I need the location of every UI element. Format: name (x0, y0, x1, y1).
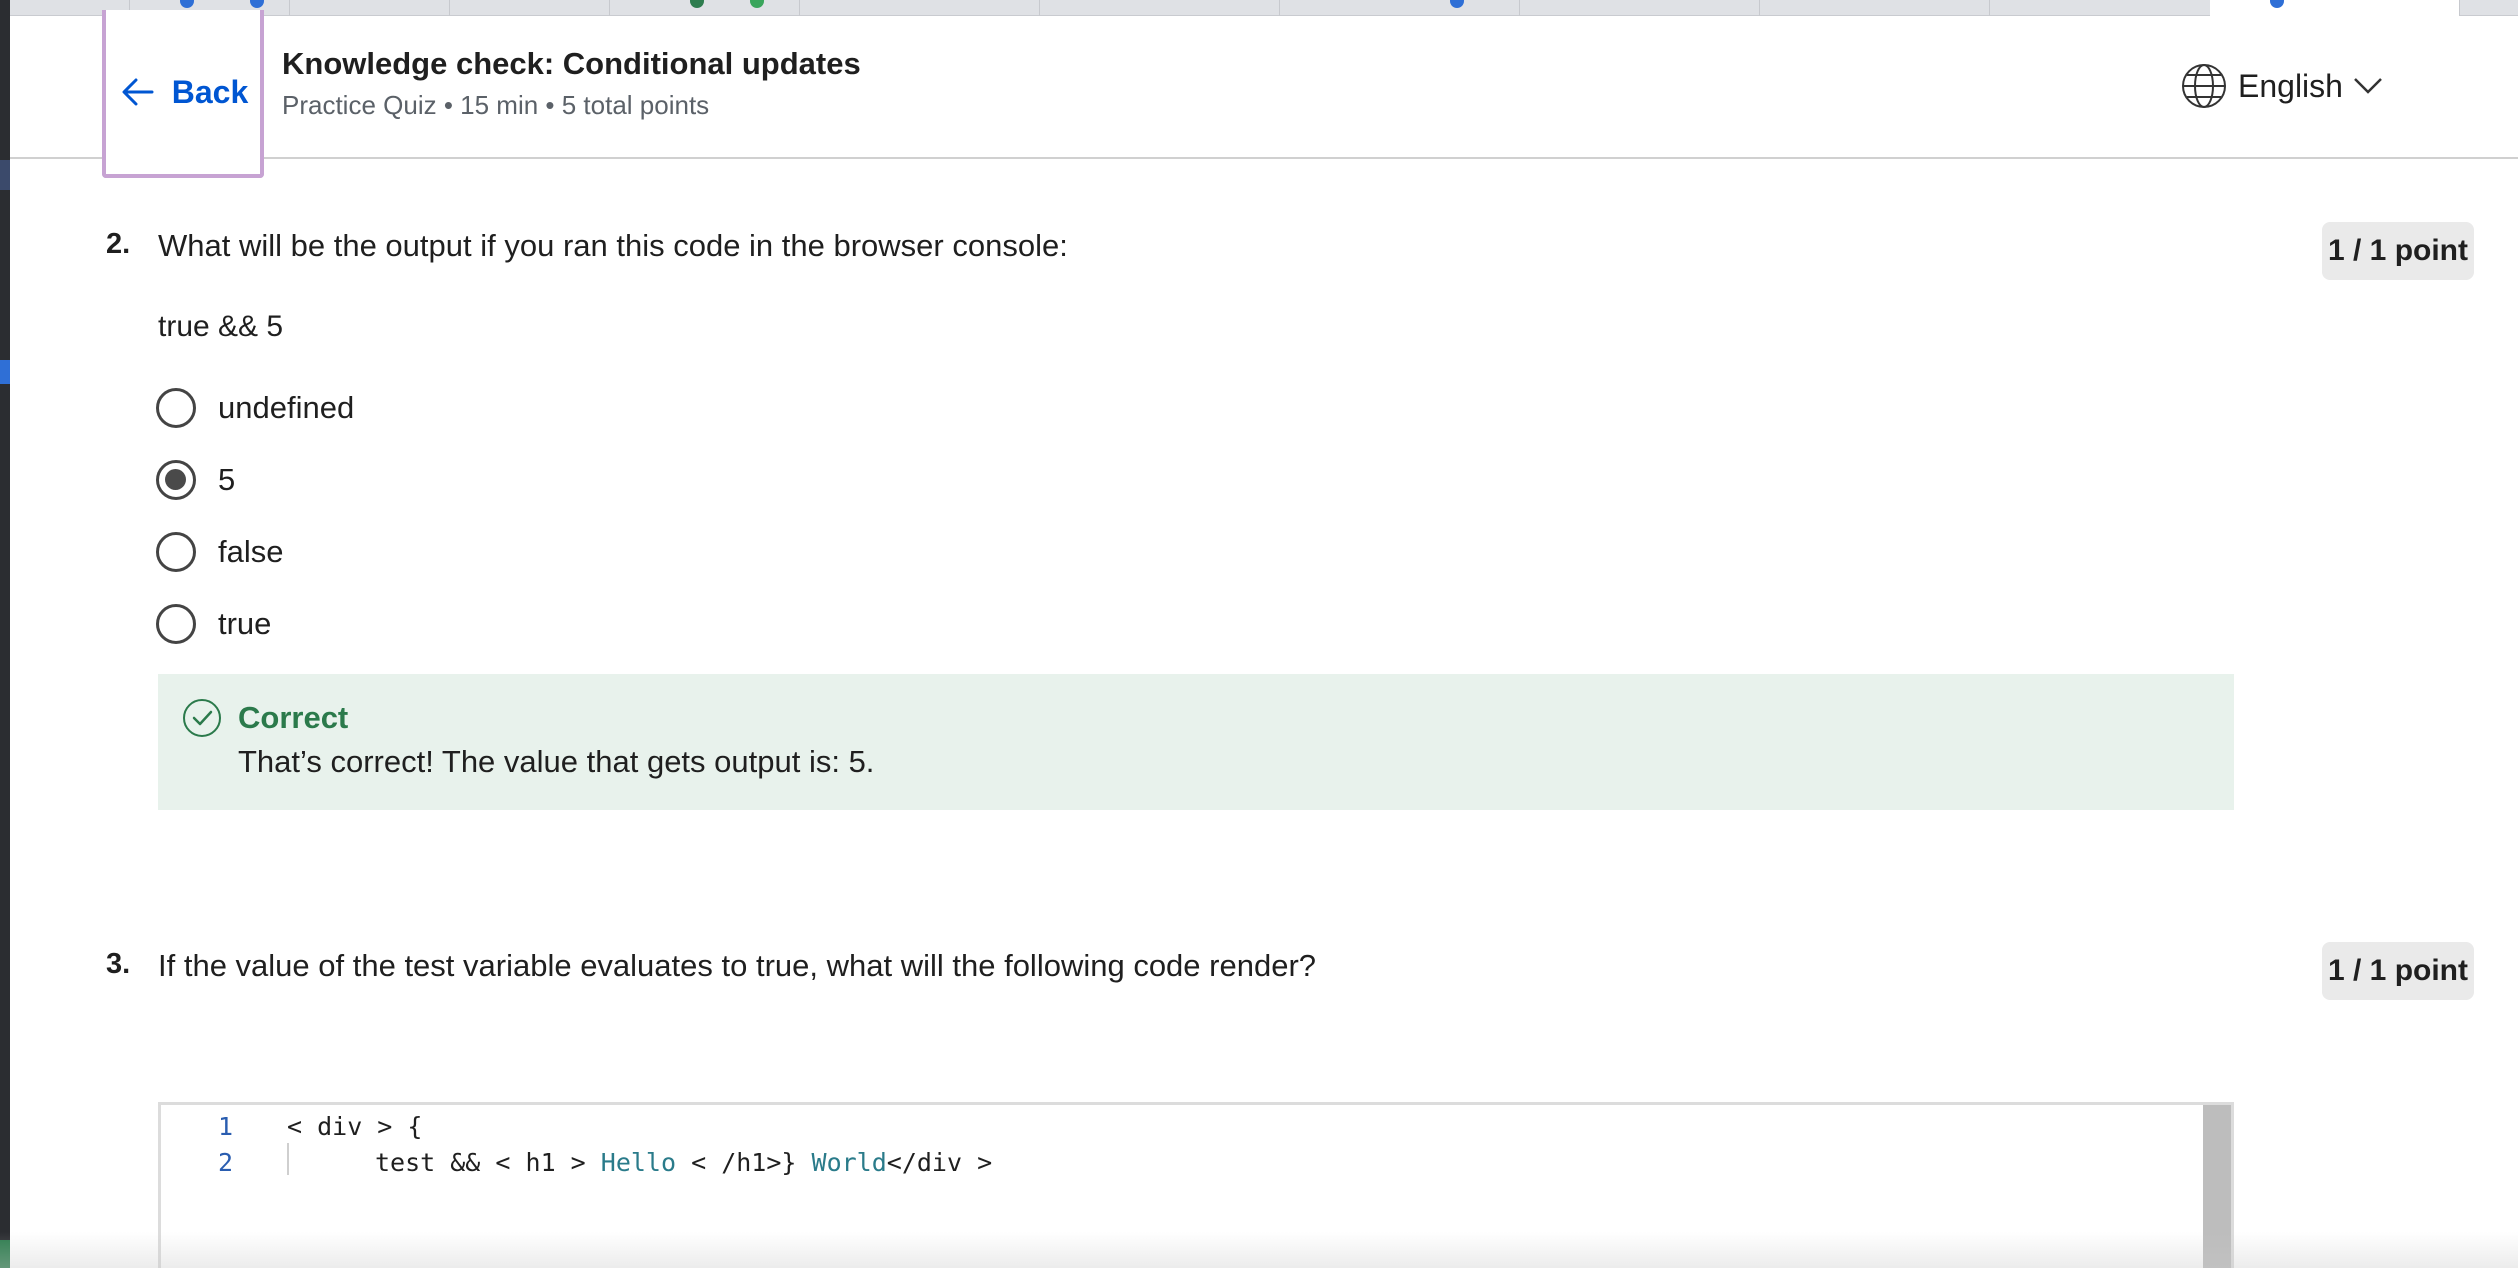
chevron-down-icon (2354, 78, 2382, 94)
question-prompt: What will be the output if you ran this … (158, 228, 1068, 263)
browser-tab[interactable] (1520, 0, 1760, 16)
option-label: undefined (218, 390, 355, 425)
browser-tab[interactable] (450, 0, 610, 16)
check-circle-icon (183, 699, 221, 737)
radio-button-checked[interactable] (156, 460, 196, 500)
code-scrollbar[interactable] (2203, 1105, 2231, 1268)
browser-tab[interactable] (290, 0, 450, 16)
points-badge: 1 / 1 point (2322, 942, 2474, 1000)
option-label: true (218, 606, 272, 641)
page-title: Knowledge check: Conditional updates (282, 46, 861, 81)
points-badge: 1 / 1 point (2322, 222, 2474, 280)
feedback-correct: Correct That’s correct! The value that g… (158, 674, 2234, 810)
question-number: 3. (106, 948, 131, 980)
question-snippet: true && 5 (158, 310, 284, 343)
language-selector[interactable]: English (2180, 62, 2383, 110)
code-line: 2 test && < h1 > Hello < /h1>} World</di… (161, 1145, 992, 1179)
line-number: 2 (217, 1147, 233, 1177)
radio-button[interactable] (156, 532, 196, 572)
code-token-string: Hello (600, 1147, 677, 1177)
code-block: 1 < div > { 2 test && < h1 > Hello < /h1… (158, 1102, 2234, 1268)
feedback-status: Correct (238, 700, 349, 735)
question-prompt: If the value of the test variable evalua… (158, 948, 1317, 983)
radio-button[interactable] (156, 388, 196, 428)
code-token: < /h1>} (676, 1147, 812, 1177)
browser-tab[interactable] (1040, 0, 1280, 16)
browser-tab-strip (10, 0, 2518, 16)
code-text: < div > { (287, 1111, 423, 1141)
code-token: test && < h1 > (375, 1147, 601, 1177)
browser-tab[interactable] (800, 0, 1040, 16)
answer-option[interactable]: true (156, 602, 271, 646)
question-number: 2. (106, 228, 131, 260)
browser-tab[interactable] (1760, 0, 1990, 16)
radio-button[interactable] (156, 604, 196, 644)
feedback-message: That’s correct! The value that gets outp… (238, 744, 875, 779)
answer-option[interactable]: false (156, 530, 283, 574)
option-label: 5 (218, 462, 236, 497)
answer-option-selected[interactable]: 5 (156, 458, 235, 502)
option-label: false (218, 534, 284, 569)
arrow-left-icon (122, 78, 154, 106)
quiz-meta: Practice Quiz • 15 min • 5 total points (282, 90, 710, 120)
back-button[interactable]: Back (102, 10, 264, 178)
answer-option[interactable]: undefined (156, 386, 354, 430)
code-token-string: World (811, 1147, 887, 1177)
browser-tab[interactable] (610, 0, 800, 16)
code-text: test && < h1 > Hello < /h1>} World</div … (375, 1148, 992, 1177)
browser-tab-active[interactable] (2210, 0, 2460, 16)
quiz-title-block: Knowledge check: Conditional updates Pra… (282, 46, 861, 121)
globe-icon (2182, 64, 2226, 108)
left-window-edge (0, 0, 10, 1268)
browser-tab[interactable] (1280, 0, 1520, 16)
quiz-page: Back Knowledge check: Conditional update… (0, 0, 2518, 1268)
quiz-header: Back Knowledge check: Conditional update… (10, 10, 2518, 178)
language-label: English (2238, 67, 2343, 104)
code-token: </div > (886, 1147, 993, 1177)
back-label: Back (171, 73, 249, 110)
code-line: 1 < div > { (161, 1109, 423, 1143)
indent-guide (287, 1143, 289, 1175)
line-number: 1 (217, 1111, 233, 1141)
